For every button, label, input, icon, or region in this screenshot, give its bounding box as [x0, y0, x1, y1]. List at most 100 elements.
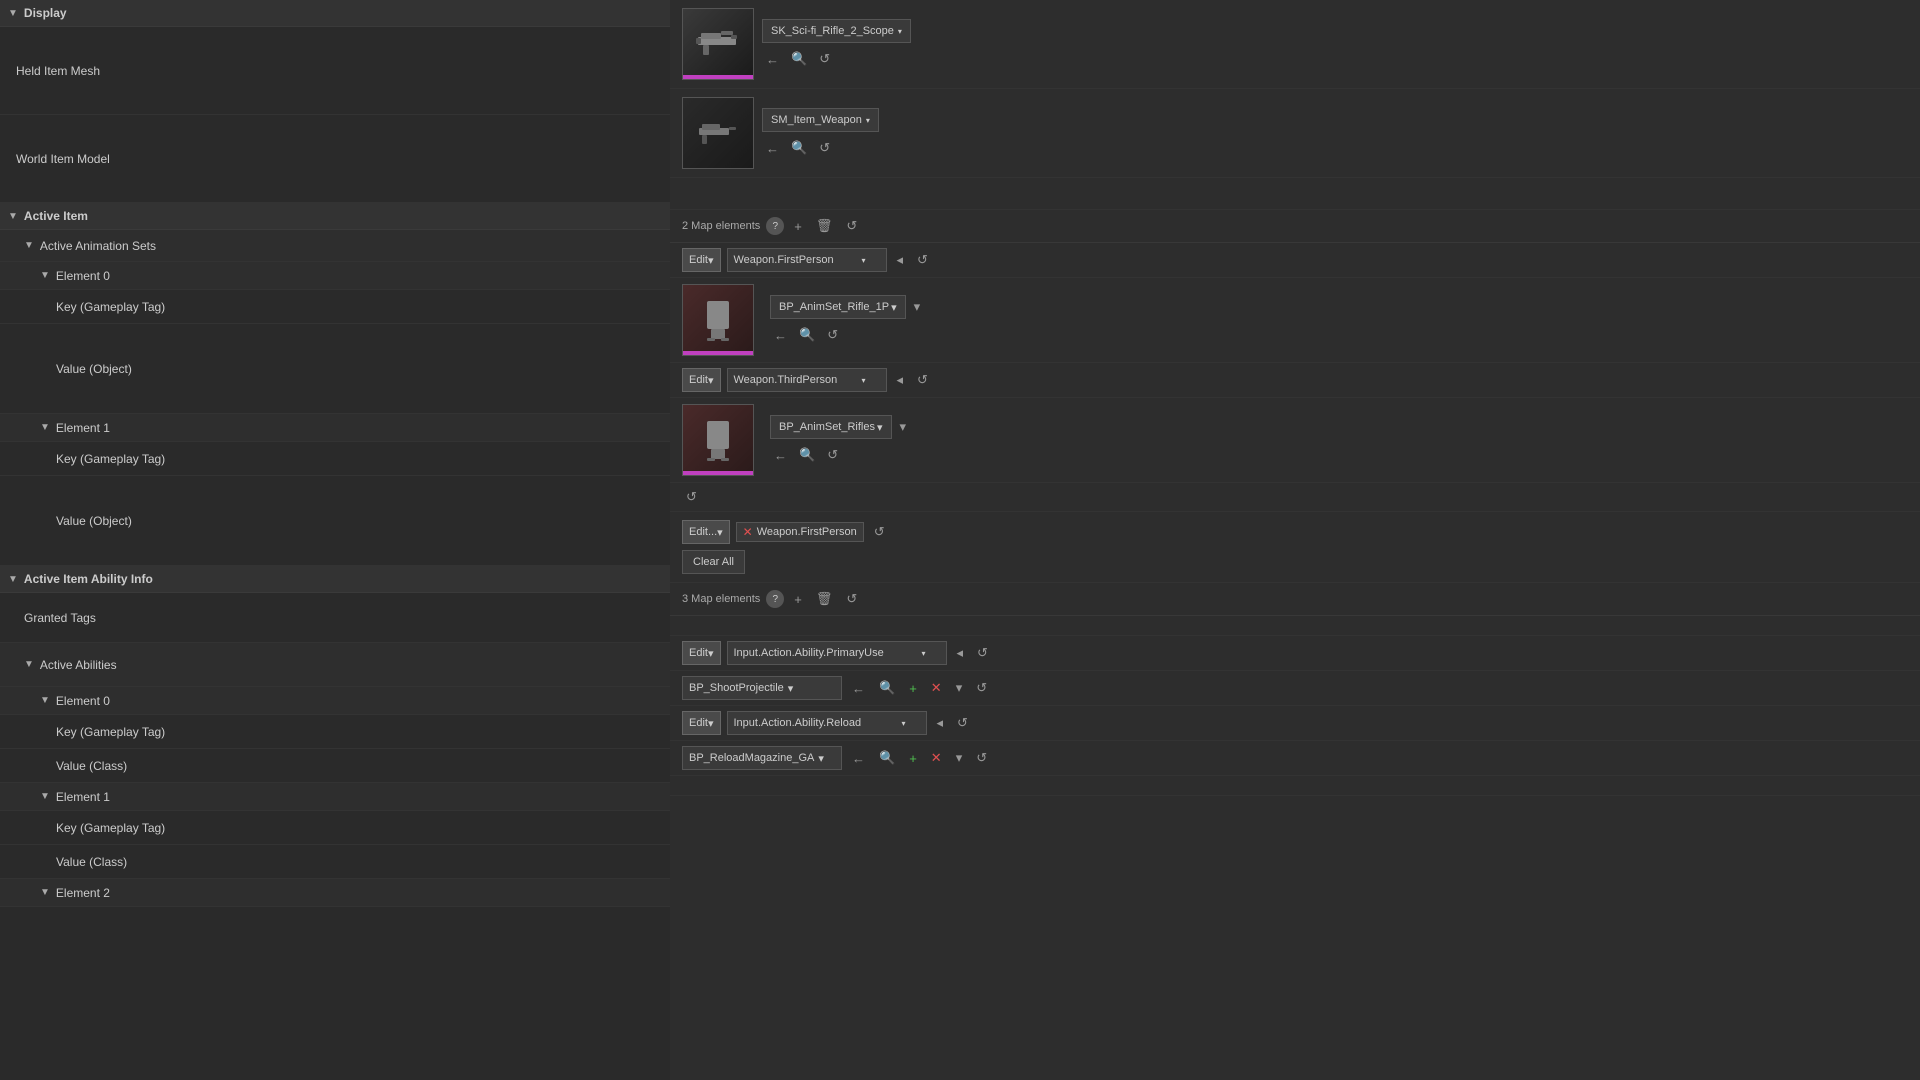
held-mesh-undo-btn[interactable]: ↺ [815, 49, 834, 69]
world-model-back-btn[interactable]: ← [762, 138, 783, 158]
world-model-undo-btn[interactable]: ↺ [815, 138, 834, 158]
element0-edit-dropdown[interactable]: Edit ▾ [682, 248, 721, 272]
element1-key-arrow-btn[interactable]: ◂ [893, 370, 908, 390]
ab-element0-value-remove-btn[interactable]: ✕ [927, 678, 946, 698]
ab-element0-key-arrow-btn[interactable]: ◂ [953, 643, 968, 663]
element1-value-asset-dropdown[interactable]: BP_AnimSet_Rifles ▾ [770, 415, 892, 439]
ab-element0-key-undo-btn[interactable]: ↺ [973, 643, 992, 663]
abilities-help-btn[interactable]: ? [766, 590, 784, 608]
element1-label: Element 1 [56, 421, 110, 435]
element0-value-thumbnail [682, 284, 754, 356]
ab-element0-value-label: Value (Class) [56, 759, 127, 773]
granted-tags-undo-btn[interactable]: ↺ [870, 522, 889, 542]
element1-key-label: Key (Gameplay Tag) [56, 452, 165, 466]
abilities-undo-btn[interactable]: ↺ [842, 589, 861, 609]
ab-element1-key-undo-btn[interactable]: ↺ [953, 713, 972, 733]
ab-element1-value-search-btn[interactable]: 🔍 [875, 748, 899, 768]
element0-key-row: Key (Gameplay Tag) [0, 290, 670, 324]
clear-all-btn[interactable]: Clear All [682, 550, 745, 574]
element1-row[interactable]: ▼ Element 1 [0, 414, 670, 442]
ability-info-section-header[interactable]: ▼ Active Item Ability Info [0, 566, 670, 593]
ab-element2-row[interactable]: ▼ Element 2 [0, 879, 670, 907]
element1-key-right-row: Edit ▾ Weapon.ThirdPerson ▾ ◂ ↺ [670, 363, 1920, 398]
ab-element2-spacer [670, 776, 1920, 796]
ab-element1-value-back-btn[interactable]: ← [848, 749, 869, 768]
ab-element1-key-tag-value: Input.Action.Ability.Reload [734, 717, 862, 729]
ability-info-arrow: ▼ [8, 574, 18, 585]
active-abilities-row[interactable]: ▼ Active Abilities [0, 643, 670, 687]
ab-element1-edit-dropdown[interactable]: Edit ▾ [682, 711, 721, 735]
granted-tag-remove-btn[interactable]: ✕ [743, 525, 753, 539]
element1-key-undo-btn[interactable]: ↺ [913, 370, 932, 390]
anim-sets-delete-btn[interactable]: 🗑 [812, 216, 837, 236]
display-section-header[interactable]: ▼ Display [0, 0, 670, 27]
main-container: ▼ Display Held Item Mesh World Item Mode… [0, 0, 1920, 1080]
anim-sets-map-count: 2 Map elements [682, 220, 760, 232]
ab-element1-key-arrow-btn[interactable]: ◂ [933, 713, 948, 733]
element0-value-expand-btn[interactable]: ▾ [910, 297, 925, 317]
held-item-mesh-row: Held Item Mesh [0, 27, 670, 115]
anim-sets-help-btn[interactable]: ? [766, 217, 784, 235]
element0-value-asset-dropdown[interactable]: BP_AnimSet_Rifle_1P ▾ [770, 295, 906, 319]
held-item-thumbnail [682, 8, 754, 80]
ab-element1-key-tag-dropdown[interactable]: Input.Action.Ability.Reload ▾ [727, 711, 927, 735]
element0-key-tag-dropdown[interactable]: Weapon.FirstPerson ▾ [727, 248, 887, 272]
ab-element1-value-plus-btn[interactable]: + [905, 749, 921, 768]
ab-element0-value-search-btn[interactable]: 🔍 [875, 678, 899, 698]
held-mesh-asset-dropdown[interactable]: SK_Sci-fi_Rifle_2_Scope ▾ [762, 19, 911, 43]
active-item-label: Active Item [24, 209, 88, 223]
granted-tags-edit-dropdown[interactable]: Edit... ▾ [682, 520, 730, 544]
anim-sets-bottom-undo-btn[interactable]: ↺ [682, 487, 701, 507]
abilities-map-count: 3 Map elements [682, 593, 760, 605]
element0-value-search-btn[interactable]: 🔍 [795, 325, 819, 345]
element1-key-tag-value: Weapon.ThirdPerson [734, 374, 838, 386]
active-animation-sets-row[interactable]: ▼ Active Animation Sets [0, 230, 670, 262]
element0-value-undo-btn[interactable]: ↺ [823, 325, 842, 345]
anim-sets-undo-row: ↺ [670, 483, 1920, 512]
ab-element1-value-class-dropdown[interactable]: BP_ReloadMagazine_GA ▾ [682, 746, 842, 770]
ab-element1-value-remove-btn[interactable]: ✕ [927, 748, 946, 768]
ab-element0-label: Element 0 [56, 694, 110, 708]
active-item-section-header[interactable]: ▼ Active Item [0, 203, 670, 230]
element1-value-expand-btn[interactable]: ▾ [896, 417, 911, 437]
anim-sets-add-btn[interactable]: + [790, 217, 806, 236]
ab-element1-row[interactable]: ▼ Element 1 [0, 783, 670, 811]
world-model-asset-name: SM_Item_Weapon [771, 114, 862, 126]
element1-value-back-btn[interactable]: ← [770, 445, 791, 465]
ab-element0-value-undo-btn[interactable]: ↺ [972, 678, 991, 698]
anim-sets-undo-btn[interactable]: ↺ [842, 216, 861, 236]
element1-key-tag-dropdown[interactable]: Weapon.ThirdPerson ▾ [727, 368, 887, 392]
element0-value-back-btn[interactable]: ← [770, 325, 791, 345]
element0-key-chevron: ▾ [861, 256, 865, 265]
world-model-search-btn[interactable]: 🔍 [787, 138, 811, 158]
ab-element0-edit-dropdown[interactable]: Edit ▾ [682, 641, 721, 665]
granted-tags-right-row: Edit... ▾ ✕ Weapon.FirstPerson ↺ Clear A… [670, 512, 1920, 583]
ab-element1-value-undo-btn[interactable]: ↺ [972, 748, 991, 768]
ab-element0-value-back-btn[interactable]: ← [848, 679, 869, 698]
active-item-right-spacer [670, 178, 1920, 210]
ab-element0-edit-arrow: ▾ [708, 647, 714, 660]
ab-element0-key-tag-dropdown[interactable]: Input.Action.Ability.PrimaryUse ▾ [727, 641, 947, 665]
element0-label: Element 0 [56, 269, 110, 283]
abilities-delete-btn[interactable]: 🗑 [812, 589, 837, 609]
ab-element1-value-expand-btn[interactable]: ▾ [952, 748, 967, 768]
element1-key-row: Key (Gameplay Tag) [0, 442, 670, 476]
world-model-asset-dropdown[interactable]: SM_Item_Weapon ▾ [762, 108, 879, 132]
element1-value-asset-name: BP_AnimSet_Rifles [779, 421, 875, 433]
element0-row[interactable]: ▼ Element 0 [0, 262, 670, 290]
element0-key-arrow-btn[interactable]: ◂ [893, 250, 908, 270]
element1-value-undo-btn[interactable]: ↺ [823, 445, 842, 465]
element1-value-search-btn[interactable]: 🔍 [795, 445, 819, 465]
abilities-add-btn[interactable]: + [790, 590, 806, 609]
element1-edit-dropdown[interactable]: Edit ▾ [682, 368, 721, 392]
ab-element0-value-class-dropdown[interactable]: BP_ShootProjectile ▾ [682, 676, 842, 700]
held-mesh-back-btn[interactable]: ← [762, 49, 783, 69]
element1-value-dropdown-arrow: ▾ [877, 421, 883, 434]
held-mesh-search-btn[interactable]: 🔍 [787, 49, 811, 69]
ab-element0-value-expand-btn[interactable]: ▾ [952, 678, 967, 698]
element0-key-undo-btn[interactable]: ↺ [913, 250, 932, 270]
held-mesh-asset-name: SK_Sci-fi_Rifle_2_Scope [771, 25, 894, 37]
ab-element0-row[interactable]: ▼ Element 0 [0, 687, 670, 715]
active-abilities-label: Active Abilities [40, 658, 117, 672]
ab-element0-value-plus-btn[interactable]: + [905, 679, 921, 698]
